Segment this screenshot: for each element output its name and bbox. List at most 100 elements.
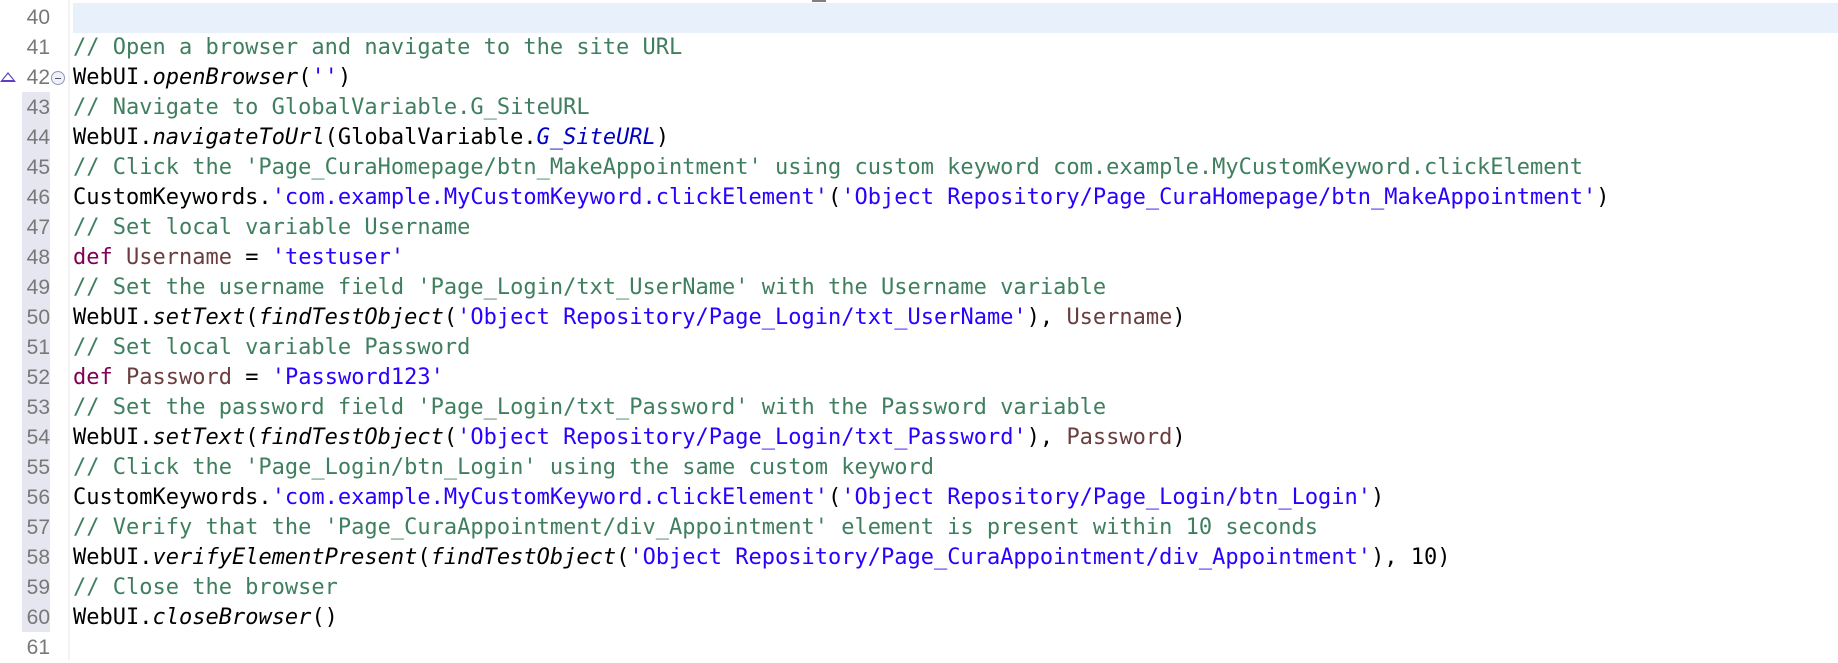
code-token: ( bbox=[245, 305, 259, 330]
variable-token: Username bbox=[126, 245, 232, 270]
method-call-token: findTestObject bbox=[258, 425, 444, 450]
code-line[interactable]: 51 // Set local variable Password bbox=[0, 333, 1838, 363]
code-text[interactable]: WebUI.closeBrowser() bbox=[73, 603, 1838, 633]
code-token: ( bbox=[443, 425, 458, 450]
code-text[interactable]: WebUI.setText(findTestObject('Object Rep… bbox=[73, 423, 1838, 453]
comment-token: // Click the 'Page_CuraHomepage/btn_Make… bbox=[73, 155, 1583, 180]
code-line[interactable]: 40 bbox=[0, 3, 1838, 33]
code-line[interactable]: 55 // Click the 'Page_Login/btn_Login' us… bbox=[0, 453, 1838, 483]
method-call-token: setText bbox=[152, 305, 246, 330]
comment-token: // Set local variable Password bbox=[73, 335, 471, 360]
code-text[interactable]: // Click the 'Page_Login/btn_Login' usin… bbox=[73, 453, 1838, 483]
code-text[interactable] bbox=[73, 633, 1838, 663]
code-line[interactable]: 57 // Verify that the 'Page_CuraAppointme… bbox=[0, 513, 1838, 543]
code-text[interactable]: // Open a browser and navigate to the si… bbox=[73, 33, 1838, 63]
code-line[interactable]: 53 // Set the password field 'Page_Login/… bbox=[0, 393, 1838, 423]
code-text[interactable]: CustomKeywords.'com.example.MyCustomKeyw… bbox=[73, 483, 1838, 513]
code-token: ( bbox=[443, 305, 458, 330]
line-number: 42 bbox=[26, 66, 50, 89]
code-text[interactable]: WebUI.verifyElementPresent(findTestObjec… bbox=[73, 543, 1838, 573]
code-line[interactable]: 60 WebUI.closeBrowser() bbox=[0, 603, 1838, 633]
line-number: 46 bbox=[26, 186, 50, 209]
code-line[interactable]: 58 WebUI.verifyElementPresent(findTestObj… bbox=[0, 543, 1838, 573]
code-text[interactable]: // Close the browser bbox=[73, 573, 1838, 603]
line-number: 50 bbox=[26, 306, 50, 329]
code-line[interactable]: 44 WebUI.navigateToUrl(GlobalVariable.G_S… bbox=[0, 123, 1838, 153]
method-call-token: verifyElementPresent bbox=[152, 545, 418, 570]
string-literal-token: 'com.example.MyCustomKeyword.clickElemen… bbox=[271, 485, 828, 510]
code-text[interactable]: WebUI.openBrowser('') bbox=[73, 63, 1838, 93]
code-line[interactable]: 41 // Open a browser and navigate to the … bbox=[0, 33, 1838, 63]
code-text[interactable]: WebUI.navigateToUrl(GlobalVariable.G_Sit… bbox=[73, 123, 1838, 153]
code-text[interactable]: def Password = 'Password123' bbox=[73, 363, 1838, 393]
line-number: 41 bbox=[26, 36, 50, 59]
code-token: ) bbox=[1596, 185, 1610, 210]
code-token: CustomKeywords. bbox=[73, 185, 272, 210]
code-line[interactable]: 47 // Set local variable Username bbox=[0, 213, 1838, 243]
string-literal-token: 'Object Repository/Page_Login/txt_Passwo… bbox=[457, 425, 1027, 450]
code-text[interactable]: // Verify that the 'Page_CuraAppointment… bbox=[73, 513, 1838, 543]
line-number: 53 bbox=[26, 396, 50, 419]
string-literal-token: 'Object Repository/Page_CuraHomepage/btn… bbox=[841, 185, 1597, 210]
code-line[interactable]: 59 // Close the browser bbox=[0, 573, 1838, 603]
code-token: ), bbox=[1026, 425, 1067, 450]
method-call-token: openBrowser bbox=[152, 65, 299, 90]
string-literal-token: 'Object Repository/Page_CuraAppointment/… bbox=[629, 545, 1372, 570]
code-line[interactable]: 61 bbox=[0, 633, 1838, 663]
code-line[interactable]: 42 WebUI.openBrowser('') bbox=[0, 63, 1838, 93]
line-number: 54 bbox=[26, 426, 50, 449]
code-token: ( bbox=[827, 485, 842, 510]
code-line[interactable]: 49 // Set the username field 'Page_Login/… bbox=[0, 273, 1838, 303]
string-literal-token: 'Password123' bbox=[271, 365, 444, 390]
code-text[interactable]: // Navigate to GlobalVariable.G_SiteURL bbox=[73, 93, 1838, 123]
code-token: WebUI. bbox=[73, 425, 153, 450]
code-token: ), bbox=[1026, 305, 1067, 330]
code-token: WebUI. bbox=[73, 125, 153, 150]
code-token: ) bbox=[655, 125, 670, 150]
code-line[interactable]: 43 // Navigate to GlobalVariable.G_SiteUR… bbox=[0, 93, 1838, 123]
code-line[interactable]: 50 WebUI.setText(findTestObject('Object R… bbox=[0, 303, 1838, 333]
warning-icon bbox=[0, 72, 16, 82]
code-text[interactable] bbox=[73, 3, 1838, 33]
code-line[interactable]: 56 CustomKeywords.'com.example.MyCustomKe… bbox=[0, 483, 1838, 513]
line-number: 49 bbox=[26, 276, 50, 299]
comment-token: // Set the username field 'Page_Login/tx… bbox=[73, 275, 1107, 300]
code-line[interactable]: 45 // Click the 'Page_CuraHomepage/btn_Ma… bbox=[0, 153, 1838, 183]
comment-token: // Verify that the 'Page_CuraAppointment… bbox=[73, 515, 1319, 540]
code-text[interactable]: // Set the password field 'Page_Login/tx… bbox=[73, 393, 1838, 423]
line-number: 47 bbox=[26, 216, 50, 239]
line-number: 59 bbox=[26, 576, 50, 599]
string-literal-token: 'com.example.MyCustomKeyword.clickElemen… bbox=[271, 185, 828, 210]
code-line[interactable]: 46 CustomKeywords.'com.example.MyCustomKe… bbox=[0, 183, 1838, 213]
keyword-token: def bbox=[73, 365, 113, 390]
line-number: 51 bbox=[26, 336, 50, 359]
code-token: ( bbox=[827, 185, 842, 210]
line-number: 55 bbox=[26, 456, 50, 479]
code-line[interactable]: 52 def Password = 'Password123' bbox=[0, 363, 1838, 393]
code-text[interactable]: CustomKeywords.'com.example.MyCustomKeyw… bbox=[73, 183, 1838, 213]
code-text[interactable]: // Click the 'Page_CuraHomepage/btn_Make… bbox=[73, 153, 1838, 183]
string-literal-token: 'testuser' bbox=[271, 245, 405, 270]
fold-collapse-icon[interactable] bbox=[51, 71, 65, 85]
code-text[interactable]: // Set the username field 'Page_Login/tx… bbox=[73, 273, 1838, 303]
code-text[interactable]: WebUI.setText(findTestObject('Object Rep… bbox=[73, 303, 1838, 333]
code-line[interactable]: 54 WebUI.setText(findTestObject('Object R… bbox=[0, 423, 1838, 453]
code-text[interactable]: // Set local variable Password bbox=[73, 333, 1838, 363]
line-number: 43 bbox=[26, 96, 50, 119]
code-token: (GlobalVariable. bbox=[324, 125, 537, 150]
string-literal-token: '' bbox=[311, 65, 338, 90]
string-literal-token: 'Object Repository/Page_Login/btn_Login' bbox=[841, 485, 1372, 510]
line-number: 44 bbox=[26, 126, 50, 149]
method-call-token: closeBrowser bbox=[152, 605, 312, 630]
string-literal-token: 'Object Repository/Page_Login/txt_UserNa… bbox=[457, 305, 1027, 330]
line-number: 56 bbox=[26, 486, 50, 509]
code-text[interactable]: // Set local variable Username bbox=[73, 213, 1838, 243]
code-text[interactable]: def Username = 'testuser' bbox=[73, 243, 1838, 273]
code-line[interactable]: 48 def Username = 'testuser' bbox=[0, 243, 1838, 273]
line-number: 52 bbox=[26, 366, 50, 389]
code-token: ) bbox=[1172, 425, 1186, 450]
code-token: WebUI. bbox=[73, 605, 153, 630]
static-field-token: G_SiteURL bbox=[536, 125, 656, 150]
